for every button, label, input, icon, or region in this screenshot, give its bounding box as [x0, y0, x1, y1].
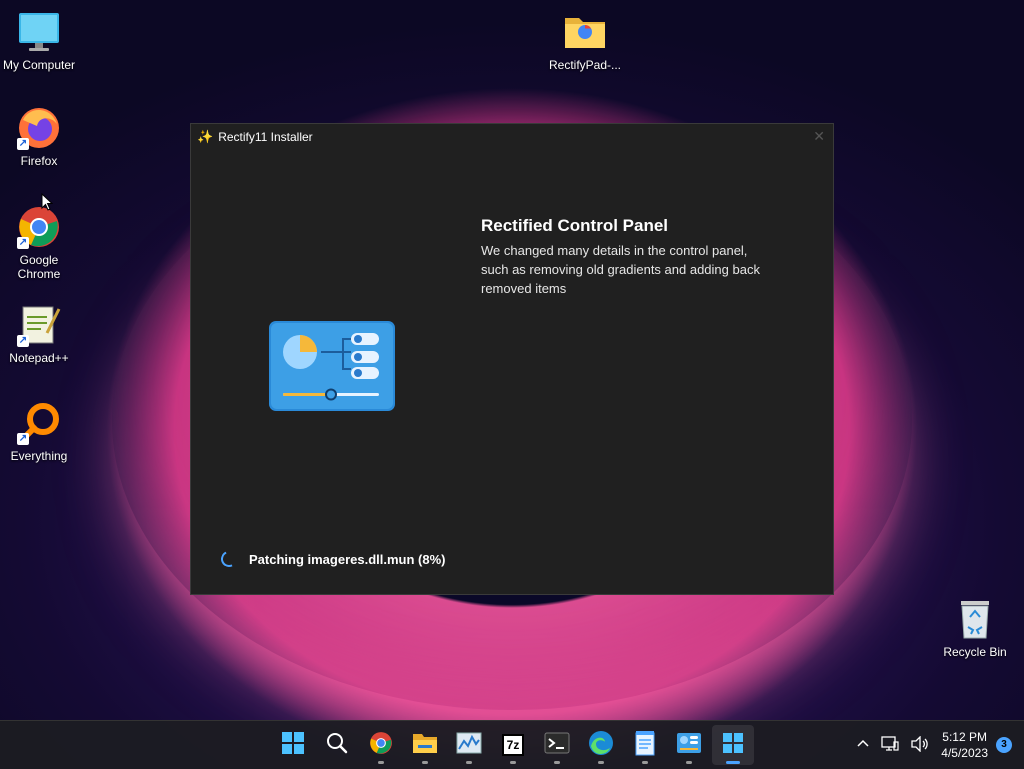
desktop-icon-firefox[interactable]: ↗ Firefox: [1, 106, 77, 168]
desktop-icon-label: Google Chrome: [17, 253, 61, 281]
running-indicator: [726, 761, 740, 764]
desktop-icon-everything[interactable]: ↗ Everything: [1, 401, 77, 463]
recycle-bin-icon: [953, 597, 997, 641]
taskbar-file-explorer[interactable]: [404, 725, 446, 765]
7zip-icon: 7z: [501, 734, 525, 756]
desktop-icon-recycle-bin[interactable]: Recycle Bin: [937, 597, 1013, 659]
shortcut-arrow-icon: ↗: [17, 433, 29, 445]
mouse-cursor-icon: [41, 192, 54, 216]
everything-search-icon: ↗: [17, 401, 61, 445]
notepadpp-icon: ↗: [17, 303, 61, 347]
firefox-icon: ↗: [17, 106, 61, 150]
close-icon[interactable]: ✕: [813, 128, 825, 145]
search-button[interactable]: [316, 725, 358, 765]
desktop-icon-label: My Computer: [2, 58, 76, 72]
running-indicator: [554, 761, 560, 764]
taskbar-edge[interactable]: [580, 725, 622, 765]
search-icon: [325, 731, 349, 760]
control-panel-icon: [269, 321, 395, 416]
taskbar-notepad[interactable]: [624, 725, 666, 765]
progress-status: Patching imageres.dll.mun (8%): [218, 548, 446, 570]
running-indicator: [466, 761, 472, 764]
window-title: Rectify11 Installer: [218, 130, 313, 144]
notification-badge[interactable]: 3: [996, 737, 1012, 753]
spinner-icon: [218, 548, 240, 570]
terminal-icon: [544, 732, 570, 759]
taskbar-7zip[interactable]: 7z: [492, 725, 534, 765]
feature-title: Rectified Control Panel: [481, 216, 669, 235]
running-indicator: [510, 761, 516, 764]
system-tray: 5:12 PM 4/5/2023 3: [851, 721, 1024, 769]
chrome-icon: ↗: [17, 205, 61, 249]
window-titlebar[interactable]: ✨ Rectify11 Installer: [191, 124, 833, 150]
edge-icon: [588, 730, 614, 761]
taskbar-rectify-installer[interactable]: [712, 725, 754, 765]
taskbar: 7z 5:12 PM 4/5/2023 3: [0, 720, 1024, 769]
desktop-icon-label: Notepad++: [9, 351, 69, 365]
task-manager-icon: [456, 732, 482, 759]
installer-window: ✨ Rectify11 Installer ✕ Rectified Contro…: [190, 123, 834, 595]
shortcut-arrow-icon: ↗: [17, 335, 29, 347]
shortcut-arrow-icon: ↗: [17, 237, 29, 249]
chrome-icon: [369, 731, 393, 760]
file-explorer-icon: [412, 731, 438, 760]
start-icon: [281, 731, 305, 760]
chevron-up-icon[interactable]: [857, 737, 869, 753]
shortcut-arrow-icon: ↗: [17, 138, 29, 150]
network-icon[interactable]: [881, 735, 899, 755]
taskbar-chrome[interactable]: [360, 725, 402, 765]
desktop-icon-notepadpp[interactable]: ↗ Notepad++: [1, 303, 77, 365]
clock-time: 5:12 PM: [942, 730, 987, 744]
notepad-icon: [634, 730, 656, 761]
start-button[interactable]: [272, 725, 314, 765]
running-indicator: [378, 761, 384, 764]
desktop-icon-label: Firefox: [20, 154, 58, 168]
desktop-icon-label: Recycle Bin: [943, 645, 1007, 659]
taskbar-terminal[interactable]: [536, 725, 578, 765]
running-indicator: [422, 761, 428, 764]
desktop-icon-label: RectifyPad-...: [548, 58, 622, 72]
desktop-icon-label: Everything: [10, 449, 68, 463]
desktop-icon-chrome[interactable]: ↗ Google Chrome: [1, 205, 77, 281]
desktop-icon-rectifypad[interactable]: RectifyPad-...: [547, 10, 623, 72]
running-indicator: [598, 761, 604, 764]
folder-icon: [563, 10, 607, 54]
clock-date: 4/5/2023: [941, 746, 988, 760]
running-indicator: [642, 761, 648, 764]
monitor-icon: [17, 10, 61, 54]
running-indicator: [686, 761, 692, 764]
desktop-icon-my-computer[interactable]: My Computer: [1, 10, 77, 72]
clock[interactable]: 5:12 PM 4/5/2023: [941, 729, 988, 761]
control-panel-icon: [676, 732, 702, 759]
progress-text: Patching imageres.dll.mun (8%): [249, 551, 446, 567]
taskbar-task-manager[interactable]: [448, 725, 490, 765]
rectify-installer-icon: [722, 732, 744, 759]
sparkle-icon: ✨: [197, 129, 214, 144]
volume-icon[interactable]: [911, 734, 929, 755]
feature-description: We changed many details in the control p…: [481, 243, 760, 296]
taskbar-control-panel[interactable]: [668, 725, 710, 765]
taskbar-apps: 7z: [272, 725, 756, 765]
